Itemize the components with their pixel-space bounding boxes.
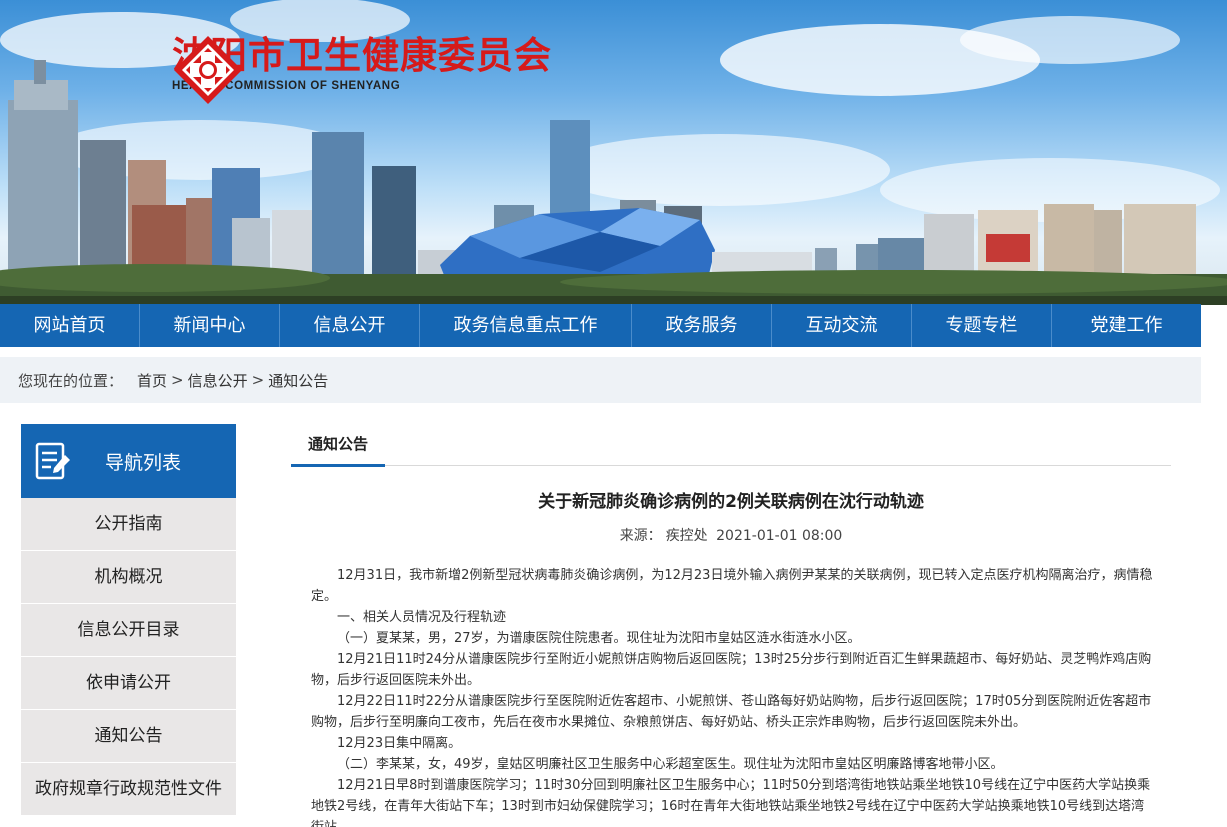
article-paragraph: 一、相关人员情况及行程轨迹 [337,610,507,625]
article-paragraph: （二）李某某，女，49岁，皇姑区明廉社区卫生服务中心彩超室医生。现住址为沈阳市皇… [337,757,1004,772]
sidebar-item-regulations[interactable]: 政府规章行政规范性文件 [21,763,236,816]
article-paragraph: 12月21日11时24分从谱康医院步行至附近小妮煎饼店购物后返回医院；13时25… [311,652,1152,688]
article-paragraph: 12月21日早8时到谱康医院学习；11时30分回到明廉社区卫生服务中心；11时5… [311,778,1151,827]
health-commission-emblem-icon [174,36,242,104]
nav-item-party-building[interactable]: 党建工作 [1052,304,1201,347]
nav-item-home[interactable]: 网站首页 [0,304,140,347]
article-source: 疾控处 [665,528,708,544]
nav-item-news[interactable]: 新闻中心 [140,304,280,347]
section-tabs: 通知公告 [291,424,1171,467]
document-edit-icon [35,442,70,480]
sidebar-item-organization[interactable]: 机构概况 [21,551,236,604]
article-paragraph: 12月22日11时22分从谱康医院步行至医院附近佐客超市、小妮煎饼、苍山路每好奶… [311,694,1152,730]
sidebar-item-disclosure-guide[interactable]: 公开指南 [21,498,236,551]
breadcrumb-prefix: 您现在的位置： [18,371,124,390]
header-banner: 沈阳市卫生健康委员会 HEALTH COMMISSION OF SHENYANG [0,0,1227,305]
article-body: 12月31日，我市新增2例新型冠状病毒肺炎确诊病例，为12月23日境外输入病例尹… [291,565,1171,827]
site-logo[interactable]: 沈阳市卫生健康委员会 HEALTH COMMISSION OF SHENYANG [172,34,552,104]
sidebar-header: 导航列表 [21,424,236,498]
article-meta: 来源： 疾控处 2021-01-01 08:00 [291,525,1171,545]
nav-item-gov-services[interactable]: 政务服务 [632,304,772,347]
sidebar-item-request-disclosure[interactable]: 依申请公开 [21,657,236,710]
breadcrumb-notices[interactable]: 通知公告 [268,370,328,391]
nav-item-special-topics[interactable]: 专题专栏 [912,304,1052,347]
sidebar-item-disclosure-catalog[interactable]: 信息公开目录 [21,604,236,657]
article-paragraph: 12月23日集中隔离。 [337,736,462,751]
breadcrumb: 您现在的位置： 首页 > 信息公开 > 通知公告 [0,357,1201,403]
article-title: 关于新冠肺炎确诊病例的2例关联病例在沈行动轨迹 [538,492,924,512]
main-nav: 网站首页 新闻中心 信息公开 政务信息重点工作 政务服务 互动交流 专题专栏 党… [0,304,1201,347]
breadcrumb-separator: > [251,371,265,389]
breadcrumb-info-disclosure[interactable]: 信息公开 [188,370,248,391]
main-content: 通知公告 关于新冠肺炎确诊病例的2例关联病例在沈行动轨迹 来源： 疾控处 2021… [291,424,1171,827]
tab-notices[interactable]: 通知公告 [291,424,385,467]
article-date: 2021-01-01 08:00 [716,528,843,544]
sidebar-item-notices[interactable]: 通知公告 [21,710,236,763]
article-paragraph: 12月31日，我市新增2例新型冠状病毒肺炎确诊病例，为12月23日境外输入病例尹… [311,568,1153,604]
breadcrumb-separator: > [171,371,184,389]
nav-item-key-work[interactable]: 政务信息重点工作 [420,304,632,347]
article-paragraph: （一）夏某某，男，27岁，为谱康医院住院患者。现住址为沈阳市皇姑区涟水街涟水小区… [337,631,861,646]
breadcrumb-home[interactable]: 首页 [137,370,167,391]
sidebar-title: 导航列表 [105,451,182,474]
sidebar: 导航列表 公开指南 机构概况 信息公开目录 依申请公开 通知公告 政府规章行政规… [21,424,236,816]
article-source-label: 来源： [619,528,662,544]
nav-item-interaction[interactable]: 互动交流 [772,304,912,347]
nav-item-info-disclosure[interactable]: 信息公开 [280,304,420,347]
